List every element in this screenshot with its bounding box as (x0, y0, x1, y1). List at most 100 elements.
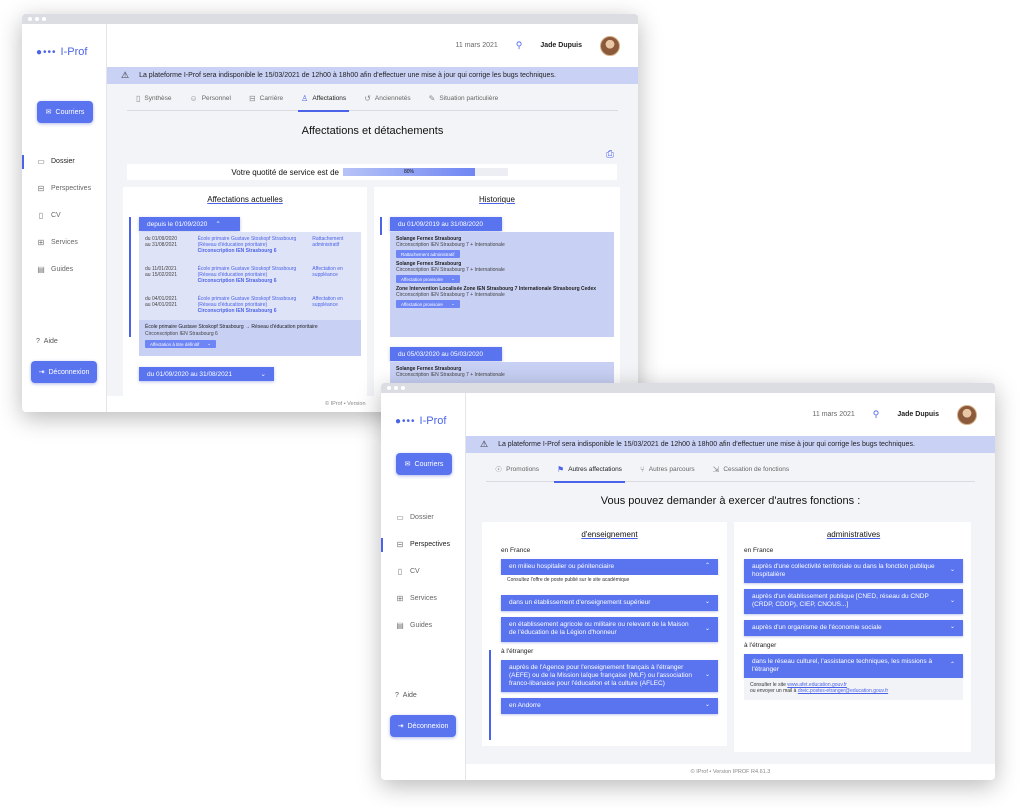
clipboard-icon: ▯ (38, 211, 44, 220)
assignment-type-select[interactable]: Affectation à titre définitif ⌄ (145, 340, 216, 348)
sidebar-nav: ▭ Dossier ⊟ Perspectives ▯ CV ⊞ Services ▤ Gu… (381, 504, 465, 639)
avatar[interactable] (600, 35, 620, 56)
list-item[interactable]: Solange Fernex Strasbourg Circonscriptio… (396, 236, 608, 258)
sidebar-item-cv[interactable]: ▯ CV (381, 558, 465, 585)
option-collectivite-territoriale[interactable]: auprès d'une collectivité territoriale o… (744, 559, 963, 584)
row-school: École primaire Gustave Stoskopf Strasbou… (197, 266, 297, 284)
history-type-select[interactable]: Affectation provisoire ⌄ (396, 275, 460, 283)
briefcase-icon: ⊟ (396, 540, 404, 549)
list-item[interactable]: Solange Fernex Strasbourg Circonscriptio… (396, 261, 608, 283)
group-header-2020-2021[interactable]: du 01/09/2020 au 31/08/2021 ⌄ (139, 367, 274, 381)
scroll-indicator[interactable] (489, 650, 491, 740)
logout-button[interactable]: ⇥ Déconnexion (31, 361, 97, 383)
list-item[interactable]: Zone Intervention Localisée Zone IEN Str… (396, 286, 608, 308)
quotite-value: 80% (403, 169, 414, 175)
courriers-button[interactable]: ✉ Courriers (37, 101, 93, 123)
pencil-icon: ✎ (428, 93, 436, 103)
option-note: Consulter le site www.afet.education.gou… (744, 677, 963, 700)
quotite-bar: Votre quotité de service est de 80% (127, 164, 617, 180)
row-type: Rattachement administratif (312, 236, 344, 248)
aide-link[interactable]: ? Aide (36, 338, 58, 345)
logo[interactable]: ●••• I-Prof (395, 415, 446, 427)
logo[interactable]: ●••• I-Prof (36, 46, 87, 58)
sidebar-nav: ▭ Dossier ⊟ Perspectives ▯ CV ⊞ Services ▤ Gu… (22, 148, 106, 283)
sidebar-item-perspectives[interactable]: ⊟ Perspectives (22, 175, 106, 202)
current-date: 11 mars 2021 (812, 411, 855, 418)
page-title: Affectations et détachements (301, 125, 444, 137)
page-title: Vous pouvez demander à exercer d'autres … (600, 495, 861, 507)
sidebar-item-perspectives[interactable]: ⊟ Perspectives (381, 531, 465, 558)
mail-icon: ✉ (404, 461, 411, 468)
main-content: 11 mars 2021 ⚲ Jade Dupuis ⚠ La plateform… (107, 24, 638, 412)
logout-button[interactable]: ⇥ Déconnexion (390, 715, 456, 737)
option-agricole-militaire[interactable]: en établissement agricole ou militaire o… (501, 617, 718, 642)
user-name[interactable]: Jade Dupuis (540, 42, 582, 49)
branch-icon: ⑂ (639, 464, 645, 474)
panel-administratives: administratives en France auprès d'une c… (734, 522, 971, 752)
chevron-down-icon: ⌄ (949, 567, 955, 574)
group-header-2020-03[interactable]: du 05/03/2020 au 05/03/2020 (390, 347, 502, 361)
window-titlebar (22, 14, 638, 24)
aide-link[interactable]: ? Aide (395, 692, 417, 699)
sidebar-item-services[interactable]: ⊞ Services (22, 229, 106, 256)
list-item[interactable]: du 11/01/2021 au 15/02/2021 École primai… (145, 266, 355, 294)
help-icon: ? (36, 338, 40, 345)
chevron-down-icon: ⌄ (704, 625, 710, 632)
tab-cessation-fonctions[interactable]: ⇲ Cessation de fonctions (704, 457, 798, 482)
tab-synthese[interactable]: ▯ Synthèse (127, 86, 181, 111)
option-etablissement-public[interactable]: auprès d'un établissement publique [CNED… (744, 589, 963, 614)
tab-situation-particuliere[interactable]: ✎ Situation particulière (420, 86, 508, 111)
sidebar: ●••• I-Prof ✉ Courriers ▭ Dossier ⊟ Perspect… (381, 393, 466, 780)
print-icon[interactable]: ⎙ (606, 149, 614, 160)
sidebar-item-services[interactable]: ⊞ Services (381, 585, 465, 612)
avatar[interactable] (957, 404, 977, 425)
rocket-icon[interactable]: ⚲ (873, 409, 880, 420)
sidebar-item-dossier[interactable]: ▭ Dossier (381, 504, 465, 531)
option-economie-sociale[interactable]: auprès d'un organisme de l'économie soci… (744, 619, 963, 636)
chevron-down-icon: ⌄ (704, 599, 710, 606)
tabs-perspectives: ☉ Promotions ⚑ Autres affectations ⑂ Autres… (486, 457, 975, 483)
list-item[interactable]: du 01/09/2020 au 31/08/2021 École primai… (145, 236, 355, 264)
sidebar-item-guides[interactable]: ▤ Guides (381, 612, 465, 639)
tab-affectations[interactable]: ♙ Affectations (292, 86, 355, 112)
chevron-up-icon: ⌃ (215, 221, 221, 228)
tab-anciennetes[interactable]: ↺ Anciennetés (355, 86, 419, 111)
option-milieu-hospitalier[interactable]: en milieu hospitalier ou pénitenciaire ⌃ (501, 559, 718, 576)
rocket-icon[interactable]: ⚲ (516, 40, 523, 51)
tab-promotions[interactable]: ☉ Promotions (486, 457, 548, 482)
logout-icon: ⇥ (38, 369, 45, 376)
grid-icon: ⊞ (396, 594, 404, 603)
option-enseignement-superieur[interactable]: dans un établissement d'enseignement sup… (501, 595, 718, 612)
chevron-down-icon: ⌄ (450, 301, 455, 306)
tab-autres-affectations[interactable]: ⚑ Autres affectations (548, 457, 631, 483)
footer: © IProf • Version IPROF R4.61.3 (466, 764, 995, 780)
history-list: Solange Fernex Strasbourg Circonscriptio… (390, 232, 614, 337)
option-andorre[interactable]: en Andorre ⌄ (501, 697, 718, 714)
scroll-indicator[interactable] (380, 217, 382, 235)
chevron-down-icon: ⌄ (260, 371, 266, 378)
scroll-indicator[interactable] (129, 217, 131, 337)
history-type-select[interactable]: Affectation provisoire ⌄ (396, 300, 460, 308)
tab-carriere[interactable]: ⊟ Carrière (240, 86, 292, 111)
sidebar-item-cv[interactable]: ▯ CV (22, 202, 106, 229)
user-name[interactable]: Jade Dupuis (897, 411, 939, 418)
panel-historique: Historique du 01/09/2019 au 31/08/2020 S… (374, 187, 620, 399)
tab-autres-parcours[interactable]: ⑂ Autres parcours (631, 457, 704, 482)
user-icon: ☺ (189, 93, 198, 103)
option-reseau-culturel[interactable]: dans le réseau culturel, l'assistance te… (744, 653, 963, 678)
courriers-button[interactable]: ✉ Courriers (396, 453, 452, 475)
sidebar-item-dossier[interactable]: ▭ Dossier (22, 148, 106, 175)
tab-personnel[interactable]: ☺ Personnel (181, 86, 240, 111)
quotite-track: 80% (343, 168, 508, 176)
section-label: en France (744, 547, 774, 554)
group-header-2019-2020[interactable]: du 01/09/2019 au 31/08/2020 (390, 217, 502, 231)
book-icon: ▤ (37, 265, 45, 274)
history-type-pill[interactable]: Rattachement administratif (396, 250, 460, 258)
person-pin-icon: ♙ (301, 93, 309, 103)
email-link[interactable]: dreic.postes-etranger@education.gouv.fr (798, 688, 888, 694)
group-header-depuis[interactable]: depuis le 01/09/2020 ⌃ (139, 217, 240, 231)
warning-icon: ⚠ (480, 439, 489, 449)
mail-icon: ✉ (45, 109, 52, 116)
option-aefe-mlf-aflec[interactable]: auprès de l'Agence pour l'enseignement f… (501, 659, 718, 692)
sidebar-item-guides[interactable]: ▤ Guides (22, 256, 106, 283)
